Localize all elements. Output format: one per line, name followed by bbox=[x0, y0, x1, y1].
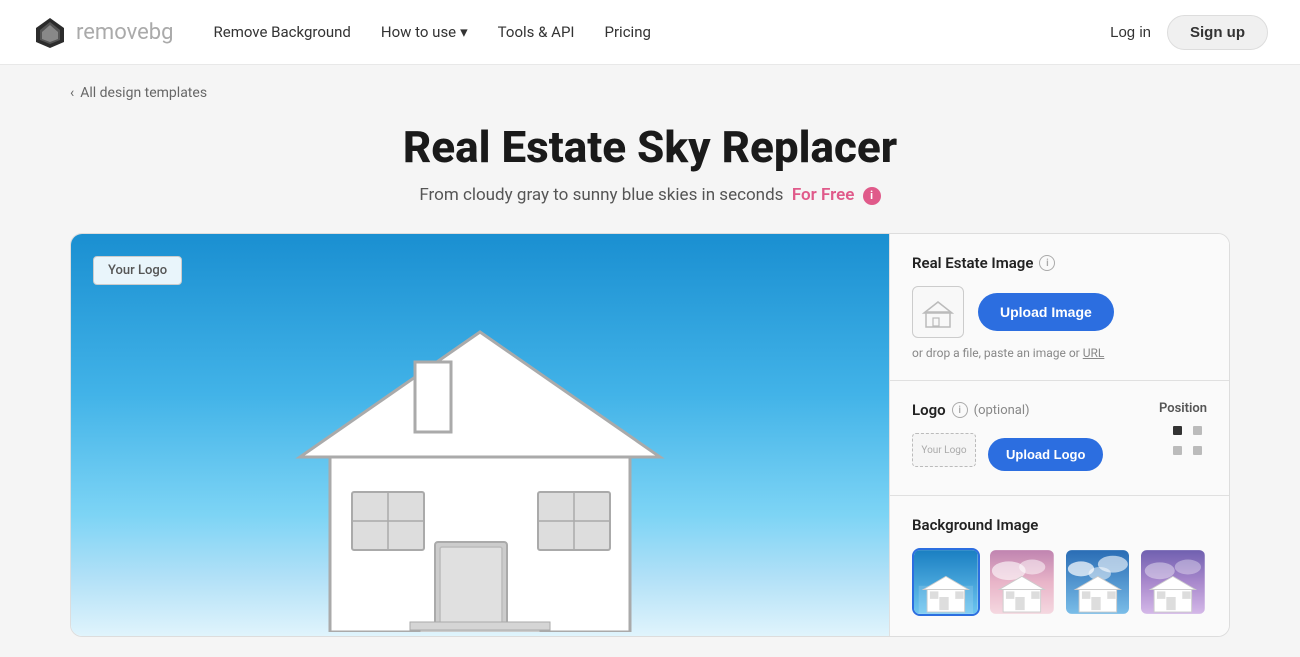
logo-badge: Your Logo bbox=[93, 256, 182, 285]
main-content: ‹ All design templates Real Estate Sky R… bbox=[50, 65, 1250, 657]
chevron-down-icon: ▾ bbox=[460, 23, 468, 41]
logo-info-icon[interactable]: i bbox=[952, 402, 968, 418]
login-button[interactable]: Log in bbox=[1110, 24, 1151, 41]
upload-image-button[interactable]: Upload Image bbox=[978, 293, 1114, 331]
logo-text: removebg bbox=[76, 20, 174, 45]
bg-images-title: Background Image bbox=[912, 516, 1207, 534]
signup-button[interactable]: Sign up bbox=[1167, 15, 1268, 50]
logo-upload-row: Your Logo Upload Logo bbox=[912, 433, 1159, 475]
subtitle-text: From cloudy gray to sunny blue skies in … bbox=[419, 185, 783, 205]
bg-thumb-3[interactable] bbox=[1064, 548, 1132, 616]
logo-section-inner: Logo i (optional) Your Logo Upload Logo bbox=[912, 401, 1207, 475]
logo-title: Logo i (optional) bbox=[912, 401, 1159, 419]
house-illustration bbox=[270, 252, 690, 636]
breadcrumb-chevron: ‹ bbox=[70, 85, 74, 101]
logo-icon bbox=[32, 14, 68, 50]
right-panel: Real Estate Image i Upload Image or drop bbox=[889, 234, 1229, 636]
bg-images-grid bbox=[912, 548, 1207, 616]
bg-thumb-4[interactable] bbox=[1139, 548, 1207, 616]
for-free-label: For Free bbox=[792, 185, 855, 205]
upload-logo-button[interactable]: Upload Logo bbox=[988, 438, 1103, 471]
bg-thumb-1[interactable] bbox=[912, 548, 980, 616]
logo-optional: (optional) bbox=[974, 403, 1030, 418]
nav-how-to-use[interactable]: How to use ▾ bbox=[381, 23, 468, 41]
breadcrumb-label: All design templates bbox=[80, 85, 207, 101]
nav-tools-api[interactable]: Tools & API bbox=[498, 23, 575, 41]
bg-thumb-2[interactable] bbox=[988, 548, 1056, 616]
page-subtitle: From cloudy gray to sunny blue skies in … bbox=[70, 185, 1230, 205]
drop-hint: or drop a file, paste an image or URL bbox=[912, 346, 1207, 360]
nav-remove-background[interactable]: Remove Background bbox=[214, 23, 351, 41]
canvas-panel: Your Logo bbox=[71, 234, 889, 636]
page-title: Real Estate Sky Replacer bbox=[70, 121, 1230, 173]
pos-top-left[interactable] bbox=[1173, 426, 1182, 435]
real-estate-title: Real Estate Image i bbox=[912, 254, 1207, 272]
nav-links: Remove Background How to use ▾ Tools & A… bbox=[214, 23, 1111, 41]
house-small-icon bbox=[921, 295, 955, 329]
logo-placeholder-small: Your Logo bbox=[912, 433, 976, 467]
logo-section: Logo i (optional) Your Logo Upload Logo bbox=[890, 381, 1229, 496]
logo-right: Position bbox=[1159, 401, 1207, 460]
position-grid[interactable] bbox=[1173, 426, 1207, 460]
editor-area: Your Logo bbox=[70, 233, 1230, 637]
for-free-info-icon[interactable]: i bbox=[863, 187, 881, 205]
real-estate-section: Real Estate Image i Upload Image or drop bbox=[890, 234, 1229, 381]
house-svg bbox=[270, 252, 690, 632]
position-label: Position bbox=[1159, 401, 1207, 416]
logo-left: Logo i (optional) Your Logo Upload Logo bbox=[912, 401, 1159, 475]
breadcrumb[interactable]: ‹ All design templates bbox=[70, 85, 1230, 101]
pos-bottom-right[interactable] bbox=[1193, 446, 1202, 455]
house-placeholder-icon bbox=[912, 286, 964, 338]
url-link[interactable]: URL bbox=[1083, 346, 1105, 360]
nav-actions: Log in Sign up bbox=[1110, 15, 1268, 50]
real-estate-info-icon[interactable]: i bbox=[1039, 255, 1055, 271]
nav-pricing[interactable]: Pricing bbox=[605, 23, 651, 41]
logo-area[interactable]: removebg bbox=[32, 14, 174, 50]
navbar: removebg Remove Background How to use ▾ … bbox=[0, 0, 1300, 65]
upload-row: Upload Image bbox=[912, 286, 1207, 338]
pos-top-right[interactable] bbox=[1193, 426, 1202, 435]
background-section: Background Image bbox=[890, 496, 1229, 636]
pos-bottom-left[interactable] bbox=[1173, 446, 1182, 455]
logo-placeholder-text: Your Logo bbox=[921, 445, 966, 456]
